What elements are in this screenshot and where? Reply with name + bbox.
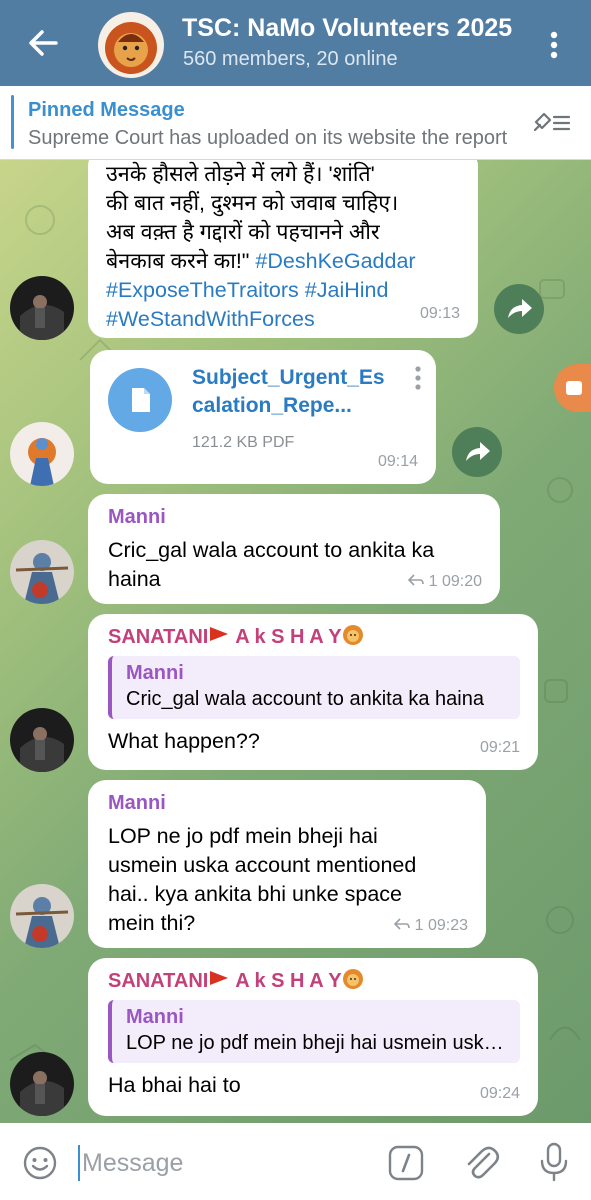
- group-avatar[interactable]: [98, 12, 164, 78]
- hashtag-link[interactable]: #ExposeTheTraitors: [106, 278, 299, 302]
- file-download-button[interactable]: [108, 368, 172, 432]
- quote-sender: Manni: [126, 1006, 184, 1028]
- reply-icon: [394, 918, 410, 930]
- forward-arrow-icon: [466, 442, 490, 461]
- sender-name-text: SANATANI: [108, 626, 209, 648]
- reply-count[interactable]: 1: [415, 917, 424, 934]
- hashtag-link[interactable]: #JaiHind: [305, 278, 389, 302]
- file-size: 121.2 KB PDF: [192, 434, 295, 451]
- pinned-title: Pinned Message: [28, 99, 185, 121]
- quote-text: LOP ne jo pdf mein bheji hai usmein uska…: [126, 1032, 510, 1054]
- sender-avatar[interactable]: [10, 884, 74, 948]
- sender-avatar[interactable]: [10, 422, 74, 486]
- pinned-message-bar[interactable]: Pinned Message Supreme Court has uploade…: [0, 86, 591, 160]
- quote-text: Cric_gal wala account to ankita ka haina: [126, 688, 484, 710]
- message-line: उनके हौसले तोड़ने में लगे हैं। 'शांति': [106, 162, 375, 186]
- pinned-indicator: [11, 95, 14, 149]
- emoji-icon[interactable]: [22, 1145, 58, 1181]
- file-name[interactable]: Subject_Urgent_Es: [192, 364, 385, 392]
- pinned-text: Supreme Court has uploaded on its websit…: [28, 127, 508, 149]
- message-line: LOP ne jo pdf mein bheji hai: [108, 824, 378, 848]
- message-bubble[interactable]: Manni Cric_gal wala account to ankita ka…: [88, 494, 500, 604]
- message-line: की बात नहीं, दुश्मन को जवाब चाहिए।: [106, 191, 399, 215]
- message-bubble[interactable]: Manni LOP ne jo pdf mein bheji hai usmei…: [88, 780, 486, 948]
- message-bubble[interactable]: उनके हौसले तोड़ने में लगे हैं। 'शांति' क…: [88, 160, 478, 338]
- message-time: 09:20: [441, 573, 482, 590]
- sender-avatar[interactable]: [10, 708, 74, 772]
- sender-name[interactable]: Manni: [108, 504, 482, 530]
- forward-button[interactable]: [452, 427, 502, 477]
- message-line: अब वक़्त है गद्दारों को पहचानने और: [106, 220, 380, 244]
- hashtag-link[interactable]: #DeshKeGaddar: [255, 249, 415, 273]
- message-text: Ha bhai hai to: [108, 1073, 241, 1097]
- video-icon: [566, 381, 582, 395]
- forward-arrow-icon: [508, 299, 532, 318]
- message-input-bar: [0, 1123, 591, 1200]
- member-count: 560 members, 20 online: [183, 48, 398, 70]
- reply-quote[interactable]: Manni LOP ne jo pdf mein bheji hai usmei…: [108, 1000, 520, 1063]
- sender-name-text: SANATANI: [108, 970, 209, 992]
- message-line: hai.. kya ankita bhi unke space: [108, 882, 403, 906]
- video-chat-button[interactable]: [554, 364, 591, 412]
- file-menu-icon[interactable]: [408, 364, 428, 394]
- flag-icon: [210, 627, 229, 641]
- back-arrow-icon[interactable]: [26, 26, 60, 60]
- lion-emoji-icon: [342, 625, 363, 645]
- chat-header: TSC: NaMo Volunteers 2025 560 members, 2…: [0, 0, 591, 86]
- reply-icon: [408, 574, 424, 586]
- message-meta: 1 09:20: [408, 567, 482, 596]
- forward-button[interactable]: [494, 284, 544, 334]
- message-meta: 1 09:23: [394, 911, 468, 940]
- reply-quote[interactable]: Manni Cric_gal wala account to ankita ka…: [108, 656, 520, 719]
- microphone-icon[interactable]: [536, 1141, 572, 1183]
- sender-name[interactable]: SANATANI A k S H A Y: [108, 968, 520, 994]
- sender-name-tail: A k S H A Y: [235, 970, 342, 992]
- message-bubble[interactable]: SANATANI A k S H A Y Manni LOP ne jo pdf…: [88, 958, 538, 1116]
- message-time: 09:14: [377, 453, 418, 470]
- chat-area[interactable]: उनके हौसले तोड़ने में लगे हैं। 'शांति' क…: [0, 160, 591, 1123]
- unpin-list-icon[interactable]: [532, 108, 572, 138]
- reply-count[interactable]: 1: [429, 573, 438, 590]
- more-options-icon[interactable]: [540, 28, 568, 62]
- quote-sender: Manni: [126, 662, 184, 684]
- sender-avatar[interactable]: [10, 540, 74, 604]
- attach-icon[interactable]: [461, 1142, 501, 1182]
- file-icon: [132, 388, 150, 412]
- message-line: usmein uska account mentioned: [108, 853, 417, 877]
- lion-emoji-icon: [342, 969, 363, 989]
- sender-name[interactable]: Manni: [108, 790, 468, 816]
- sender-name-tail: A k S H A Y: [235, 626, 342, 648]
- sender-name[interactable]: SANATANI A k S H A Y: [108, 624, 520, 650]
- bot-commands-icon[interactable]: [387, 1144, 425, 1182]
- sender-avatar[interactable]: [10, 276, 74, 340]
- message-bubble[interactable]: SANATANI A k S H A Y Manni Cric_gal wala…: [88, 614, 538, 770]
- message-time: 09:23: [427, 917, 468, 934]
- chat-title[interactable]: TSC: NaMo Volunteers 2025: [182, 14, 522, 43]
- message-text: Cric_gal wala account to ankita ka: [108, 538, 435, 562]
- file-message-bubble[interactable]: Subject_Urgent_Es calation_Repe... 121.2…: [90, 350, 436, 484]
- message-time: 09:24: [479, 1085, 520, 1102]
- message-time: 09:13: [419, 305, 460, 322]
- message-time: 09:21: [479, 739, 520, 756]
- sender-avatar[interactable]: [10, 1052, 74, 1116]
- message-text: What happen??: [108, 729, 260, 753]
- hashtag-link[interactable]: #WeStandWithForces: [106, 307, 315, 331]
- message-line: बेनकाब करने का!": [106, 249, 250, 273]
- file-name[interactable]: calation_Repe...: [192, 392, 385, 420]
- flag-icon: [210, 971, 229, 985]
- message-input[interactable]: [78, 1145, 368, 1181]
